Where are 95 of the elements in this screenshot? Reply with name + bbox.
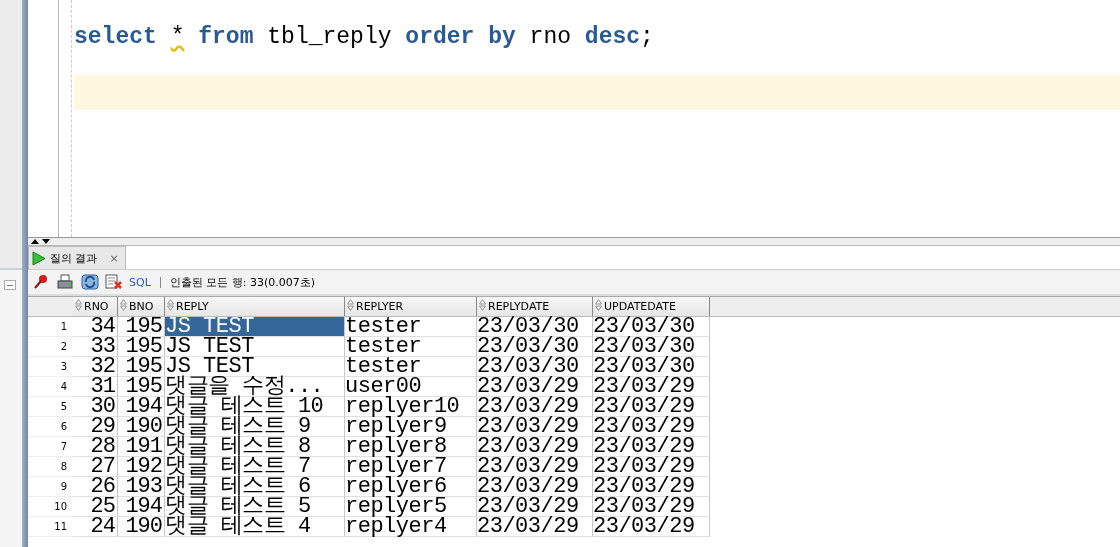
column-header-label: BNO — [129, 300, 154, 313]
table-cell: 194 — [118, 397, 165, 417]
tab-label: 질의 결과 — [50, 250, 98, 266]
column-header[interactable]: RNO — [73, 297, 118, 316]
delete-grid-icon[interactable] — [105, 274, 123, 290]
refresh-icon[interactable] — [81, 274, 99, 290]
table-cell: 31 — [73, 377, 118, 397]
table-cell: 193 — [118, 477, 165, 497]
table-cell: 23/03/29 — [477, 417, 593, 437]
table-cell: 23/03/29 — [477, 477, 593, 497]
column-header-label: UPDATEDATE — [604, 300, 676, 313]
sort-icon — [595, 299, 602, 314]
table-cell: user00 — [345, 377, 477, 397]
sql-token: rno — [529, 24, 571, 50]
sql-token-warning: * — [170, 24, 185, 50]
sort-icon — [479, 299, 486, 314]
sql-keyword: select — [74, 24, 157, 50]
table-cell: 32 — [73, 357, 118, 377]
sort-icon — [75, 299, 82, 314]
sql-keyword: order — [405, 24, 475, 50]
table-cell: tester — [345, 317, 477, 337]
column-header[interactable]: UPDATEDATE — [593, 297, 710, 316]
table-cell: 30 — [73, 397, 118, 417]
column-header[interactable]: REPLYDATE — [477, 297, 593, 316]
table-cell: 26 — [73, 477, 118, 497]
minimize-icon[interactable] — [4, 280, 16, 290]
table-cell: 191 — [118, 437, 165, 457]
sort-icon — [120, 299, 127, 314]
table-cell: 23/03/29 — [477, 437, 593, 457]
table-cell: 190 — [118, 517, 165, 537]
table-cell: 23/03/29 — [593, 397, 710, 417]
table-cell: 23/03/30 — [477, 317, 593, 337]
table-cell: 23/03/30 — [593, 317, 710, 337]
table-cell: tester — [345, 357, 477, 377]
table-cell: JS TEST — [165, 317, 345, 337]
table-cell: 195 — [118, 337, 165, 357]
table-cell: 23/03/29 — [477, 377, 593, 397]
table-cell: 195 — [118, 377, 165, 397]
table-cell: tester — [345, 337, 477, 357]
table-cell: 27 — [73, 457, 118, 477]
table-cell: 28 — [73, 437, 118, 457]
table-cell: replyer5 — [345, 497, 477, 517]
table-cell: replyer10 — [345, 397, 477, 417]
sql-keyword: desc — [584, 24, 641, 50]
table-cell: 23/03/29 — [477, 397, 593, 417]
run-icon — [32, 250, 46, 266]
table-cell: 24 — [73, 517, 118, 537]
column-header-label: REPLYDATE — [488, 300, 550, 313]
table-cell: 23/03/29 — [593, 497, 710, 517]
sort-icon — [167, 299, 174, 314]
table-cell: 23/03/29 — [477, 517, 593, 537]
printer-icon[interactable] — [57, 274, 75, 290]
table-cell: 192 — [118, 457, 165, 477]
table-cell: 23/03/29 — [477, 457, 593, 477]
column-header[interactable]: BNO — [118, 297, 165, 316]
table-cell: 23/03/30 — [477, 337, 593, 357]
column-header[interactable]: REPLY — [165, 297, 345, 316]
table-cell: 190 — [118, 417, 165, 437]
table-cell: 195 — [118, 357, 165, 377]
table-cell: replyer4 — [345, 517, 477, 537]
splitter-arrows-icon[interactable] — [30, 238, 52, 245]
sql-token: ; — [640, 24, 654, 50]
sql-keyword: by — [488, 24, 516, 50]
table-cell: replyer8 — [345, 437, 477, 457]
table-cell: 23/03/29 — [593, 517, 710, 537]
column-header-label: REPLY — [176, 300, 209, 313]
table-cell: 194 — [118, 497, 165, 517]
table-cell: 33 — [73, 337, 118, 357]
table-cell: 23/03/30 — [477, 357, 593, 377]
table-cell: 23/03/30 — [593, 337, 710, 357]
table-cell: 23/03/29 — [593, 477, 710, 497]
table-cell: 23/03/29 — [593, 377, 710, 397]
column-header[interactable]: REPLYER — [345, 297, 477, 316]
table-cell: 34 — [73, 317, 118, 337]
table-cell: 23/03/29 — [593, 437, 710, 457]
sql-keyword: from — [198, 24, 254, 50]
table-cell: 댓글 테스트 4 — [165, 517, 345, 537]
results-tab[interactable]: 질의 결과 × — [28, 246, 126, 269]
sql-token: tbl_reply — [267, 24, 392, 50]
table-cell: 23/03/30 — [593, 357, 710, 377]
table-cell: 23/03/29 — [477, 497, 593, 517]
table-cell: replyer9 — [345, 417, 477, 437]
column-header-label: RNO — [84, 300, 109, 313]
table-cell: replyer6 — [345, 477, 477, 497]
status-text: 인출된 모든 행: 33(0.007초) — [169, 274, 316, 290]
table-cell: 29 — [73, 417, 118, 437]
close-icon[interactable]: × — [109, 251, 119, 265]
sort-icon — [347, 299, 354, 314]
table-cell: 23/03/29 — [593, 457, 710, 477]
table-cell: 23/03/29 — [593, 417, 710, 437]
column-header-label: REPLYER — [356, 300, 404, 313]
table-cell: JS TEST — [165, 337, 345, 357]
sql-button[interactable]: SQL — [129, 275, 151, 289]
table-cell: replyer7 — [345, 457, 477, 477]
table-cell: 25 — [73, 497, 118, 517]
